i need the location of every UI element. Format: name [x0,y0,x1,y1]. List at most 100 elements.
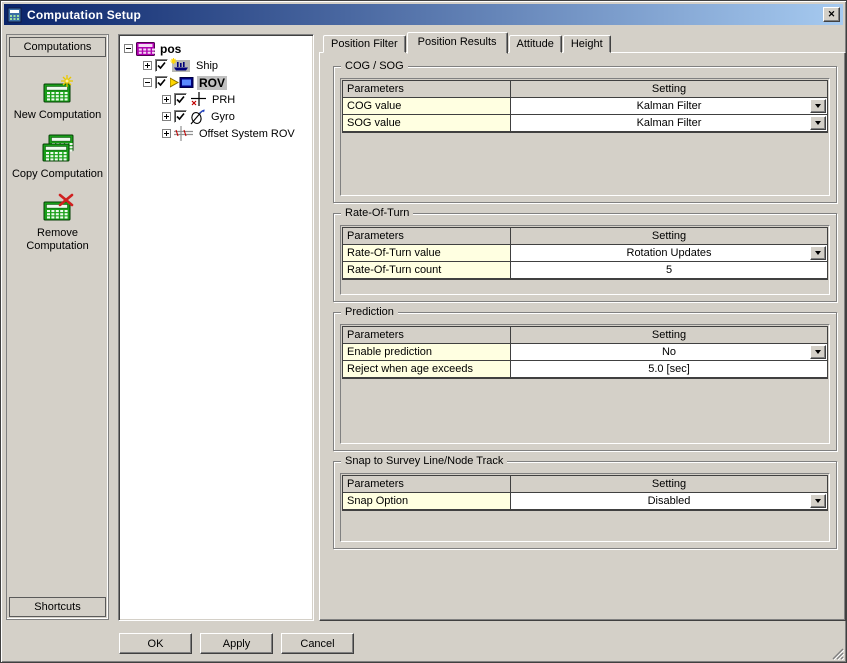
tree-label-prh[interactable]: PRH [210,93,237,107]
group-frame: ParametersSettingCOG value Kalman Filter S… [340,78,830,196]
tree-item-offset-system-rov[interactable]: Offset System ROV [121,125,313,142]
param-cell: COG value [343,98,511,114]
remove-computation-label: Remove Computation [26,227,88,253]
expand-icon[interactable] [143,61,152,70]
setting-cell[interactable]: Kalman Filter [511,115,827,131]
new-computation-icon [40,74,76,108]
tree-item-ship[interactable]: Ship [121,57,313,74]
tab-position-filter[interactable]: Position Filter [323,35,406,53]
setting-value: 5.0 [sec] [648,363,690,375]
window-title: Computation Setup [27,8,823,22]
group-frame: ParametersSettingEnable prediction No Reje… [340,324,830,444]
group-frame: ParametersSettingSnap OptionDisabled [340,473,830,542]
setting-cell[interactable]: Rotation Updates [511,245,827,261]
group-title-rate-of-turn: Rate-Of-Turn [341,207,413,220]
setting-value: No [662,346,676,358]
cancel-button[interactable]: Cancel [281,633,354,654]
setting-value: Kalman Filter [637,100,702,112]
dropdown-button[interactable] [810,99,826,113]
group-rate-of-turn: Rate-Of-TurnParametersSettingRate-Of-Tur… [333,213,837,302]
collapse-icon[interactable] [124,44,133,53]
shortcuts-button[interactable]: Shortcuts [9,597,106,617]
setting-cell[interactable]: No [511,344,827,360]
group-title-snap-to-survey: Snap to Survey Line/Node Track [341,455,507,468]
tree-checkbox-ship[interactable] [155,59,168,72]
column-header-setting: Setting [511,81,827,97]
column-header-parameters: Parameters [343,476,511,492]
prh-icon [189,92,207,108]
group-title-prediction: Prediction [341,306,398,319]
table-row: Reject when age exceeds 5.0 [sec] [343,361,827,378]
copy-computation-icon [40,133,76,167]
tree-item-rov[interactable]: ROV [121,74,313,91]
setting-cell[interactable]: 5.0 [sec] [511,361,827,377]
tab-position-results[interactable]: Position Results [407,32,508,54]
new-computation-button[interactable]: New Computation [7,74,108,122]
param-cell: Rate-Of-Turn value [343,245,511,261]
table-header-row: ParametersSetting [343,81,827,98]
table-row: Rate-Of-Turn count5 [343,262,827,279]
tree-label-gyro[interactable]: Gyro [209,110,237,124]
expand-icon[interactable] [162,95,171,104]
tree-checkbox-gyro[interactable] [174,110,187,123]
collapse-icon[interactable] [143,78,152,87]
chevron-down-icon [815,251,821,255]
setting-cell[interactable]: Disabled [511,493,827,509]
setting-value: Rotation Updates [627,247,712,259]
param-cell: Enable prediction [343,344,511,360]
position-results-tab-page: COG / SOGParametersSettingCOG valueKalma… [319,52,846,621]
tree-label-offset-system-rov[interactable]: Offset System ROV [197,127,297,141]
setting-value: Kalman Filter [637,117,702,129]
param-cell: SOG value [343,115,511,131]
chevron-down-icon [815,121,821,125]
remove-computation-icon [40,192,76,226]
dialog-button-row: OK Apply Cancel [119,633,362,654]
dropdown-button[interactable] [810,116,826,130]
computation-tree: pos Ship ROV PRH Gyro Offset System ROV [118,34,314,621]
computations-header-button[interactable]: Computations [9,37,106,57]
titlebar[interactable]: Computation Setup ✕ [4,4,843,25]
setting-value: 5 [666,264,672,276]
resize-grip[interactable] [831,647,844,660]
table-header-row: ParametersSetting [343,327,827,344]
tree-checkbox-rov[interactable] [155,76,168,89]
group-frame: ParametersSettingRate-Of-Turn valueRotat… [340,225,830,295]
new-computation-label: New Computation [14,109,101,122]
column-header-setting: Setting [511,327,827,343]
computation-setup-window: Computation Setup ✕ Computations New Com… [0,0,847,663]
dropdown-button[interactable] [810,494,826,508]
setting-cell[interactable]: Kalman Filter [511,98,827,114]
chevron-down-icon [815,350,821,354]
tree-item-prh[interactable]: PRH [121,91,313,108]
tab-attitude[interactable]: Attitude [509,35,562,53]
apply-button[interactable]: Apply [200,633,273,654]
gyro-icon [189,109,206,125]
setting-value: Disabled [648,495,691,507]
param-cell: Reject when age exceeds [343,361,511,377]
settings-panel: Position FilterPosition ResultsAttitudeH… [319,31,846,621]
expand-icon[interactable] [162,129,171,138]
column-header-parameters: Parameters [343,327,511,343]
computations-sidebar: Computations New Computation Copy Computa… [6,34,109,620]
setting-cell[interactable]: 5 [511,262,827,278]
tab-height[interactable]: Height [563,35,611,53]
computation-icon [136,42,155,56]
ok-button[interactable]: OK [119,633,192,654]
copy-computation-button[interactable]: Copy Computation [7,133,108,181]
dropdown-button[interactable] [810,246,826,260]
tree-item-gyro[interactable]: Gyro [121,108,313,125]
group-title-cog-sog: COG / SOG [341,60,408,73]
table-header-row: ParametersSetting [343,476,827,493]
tree-label-rov[interactable]: ROV [197,76,227,90]
chevron-down-icon [815,104,821,108]
remove-computation-button[interactable]: Remove Computation [7,192,108,253]
expand-icon[interactable] [162,112,171,121]
close-button[interactable]: ✕ [823,7,840,22]
dropdown-button[interactable] [810,345,826,359]
tree-label-pos[interactable]: pos [158,42,183,56]
tree-label-ship[interactable]: Ship [194,59,220,73]
tree-checkbox-prh[interactable] [174,93,187,106]
tree-item-pos[interactable]: pos [121,40,313,57]
parameter-table: ParametersSettingSnap OptionDisabled [342,475,828,511]
table-row: Enable prediction No [343,344,827,361]
